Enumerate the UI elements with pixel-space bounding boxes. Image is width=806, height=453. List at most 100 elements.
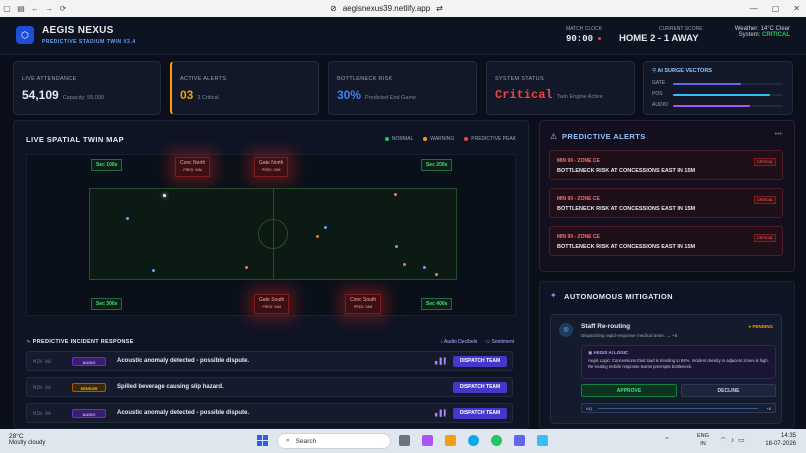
weather-temp: 28°C xyxy=(9,433,24,440)
predictive-alerts-panel: ⚠ PREDICTIVE ALERTS ••• MIN 90 - ZONE CE… xyxy=(539,120,795,272)
minimize-icon[interactable]: — xyxy=(750,4,758,13)
alert-message: BOTTLENECK RISK AT CONCESSIONS EAST IN 1… xyxy=(557,168,696,174)
crowd-dot xyxy=(423,266,426,269)
decline-button[interactable]: DECLINE xyxy=(681,384,776,397)
date: 18-07-2026 xyxy=(765,441,796,447)
crowd-dot xyxy=(403,263,406,266)
mitigation-desc: Dispatching rapid-response medical team.… xyxy=(581,333,678,338)
maximize-icon[interactable]: ▢ xyxy=(772,4,780,13)
incident-min: MIN 90 xyxy=(33,411,52,417)
crowd-dot xyxy=(394,193,397,196)
file-explorer-icon[interactable] xyxy=(445,435,456,446)
address-bar[interactable]: ⊘ aegisnexus39.netlify.app ⇄ xyxy=(330,2,443,15)
zone-gate-south[interactable]: Gate South PRED: 34M xyxy=(254,294,290,314)
zone-sec-100s[interactable]: Sec 100s xyxy=(91,159,123,171)
dispatch-team-button[interactable]: DISPATCH TEAM xyxy=(453,356,507,367)
weather-widget[interactable]: 28°C Mostly cloudy xyxy=(9,433,45,446)
search-box[interactable]: ⌕ Search xyxy=(277,433,391,449)
url-text: aegisnexus39.netlify.app xyxy=(342,4,431,13)
location-icon: ◎ xyxy=(559,323,573,337)
map-legend: NORMAL WARNING PREDICTIVE PEAK xyxy=(384,136,516,142)
alert-zone: MIN 90 - ZONE CE xyxy=(557,234,600,240)
incident-response-title: ∿ PREDICTIVE INCIDENT RESPONSE xyxy=(26,339,134,345)
incident-min: MIN 90 xyxy=(33,359,52,365)
mitigation-title: AUTONOMOUS MITIGATION xyxy=(564,292,673,301)
crowd-dot xyxy=(435,273,438,276)
alert-message: BOTTLENECK RISK AT CONCESSIONS EAST IN 1… xyxy=(557,244,696,250)
sentiment-link[interactable]: ▭ Sentiment xyxy=(485,339,514,345)
system-tray-icons[interactable]: ⌔♪▭ xyxy=(720,436,749,445)
task-view-icon[interactable] xyxy=(399,435,410,446)
clock[interactable]: 14:35 18-07-2026 xyxy=(765,432,796,448)
incident-row[interactable]: MIN 90 AUDIO Acoustic anomaly detected -… xyxy=(26,351,513,371)
crowd-dot xyxy=(316,235,319,238)
zone-sec-400s[interactable]: Sec 400s xyxy=(421,298,453,310)
route-track: HQ +8 xyxy=(581,403,776,413)
crowd-dot xyxy=(395,245,398,248)
back-icon[interactable]: ← xyxy=(28,0,42,17)
incident-text: Acoustic anomaly detected - possible dis… xyxy=(117,358,250,364)
status-label: SYSTEM STATUS xyxy=(495,76,544,82)
zone-conc-south[interactable]: Conc South PRED: 34M xyxy=(345,294,382,314)
track-end: +8 xyxy=(766,406,771,411)
incident-row[interactable]: MIN 90 SENSOR Spilled beverage causing s… xyxy=(26,377,513,397)
alert-zone: MIN 90 - ZONE CE xyxy=(557,158,600,164)
taskbar: 28°C Mostly cloudy ⌕ Search ⌃ ENG IN ⌔♪▭ … xyxy=(0,429,806,453)
weather-condition: Mostly cloudy xyxy=(9,440,46,446)
attendance-label: LIVE ATTENDANCE xyxy=(22,76,77,82)
system-prefix: System: xyxy=(738,32,761,38)
window-icon[interactable]: ▢ xyxy=(0,0,14,17)
copilot-icon[interactable] xyxy=(422,435,433,446)
crowd-dot xyxy=(324,226,327,229)
dispatch-team-button[interactable]: DISPATCH TEAM xyxy=(453,408,507,419)
settings-icon[interactable]: ⇄ xyxy=(436,4,443,13)
surge-vectors-card: ⚲ AI SURGE VECTORS GATE POS AUDIO xyxy=(643,61,793,115)
app-icon[interactable] xyxy=(514,435,525,446)
tabs-icon[interactable]: ▤ xyxy=(14,0,28,17)
more-icon[interactable]: ••• xyxy=(775,131,782,138)
warning-icon: ⚠ xyxy=(550,132,558,141)
score-label: CURRENT SCORE xyxy=(659,26,703,32)
system-state: CRITICAL xyxy=(762,32,790,38)
logo-icon: ⬡ xyxy=(16,26,34,44)
alert-zone: MIN 90 - ZONE CE xyxy=(557,196,600,202)
zone-sec-300s[interactable]: Sec 300s xyxy=(91,298,123,310)
tray-expand-icon[interactable]: ⌃ xyxy=(664,436,670,444)
incident-tag: AUDIO xyxy=(72,357,106,366)
alert-item[interactable]: MIN 90 - ZONE CE CRITICAL BOTTLENECK RIS… xyxy=(549,150,783,180)
stadium-map[interactable]: Sec 100s Sec 200s Sec 300s Sec 400s Conc… xyxy=(26,154,516,316)
active-alerts-card: ACTIVE ALERTS 03 3 Critical xyxy=(170,61,319,115)
legend-warning: WARNING xyxy=(423,136,454,142)
forward-icon[interactable]: → xyxy=(42,0,56,17)
search-icon: ⌕ xyxy=(286,437,290,444)
incident-row[interactable]: MIN 90 AUDIO Acoustic anomaly detected -… xyxy=(26,403,513,423)
approve-button[interactable]: APPROVE xyxy=(581,384,677,397)
weather-status: Weather: 14°C Clear System: CRITICAL xyxy=(735,26,790,38)
alert-item[interactable]: MIN 90 - ZONE CE CRITICAL BOTTLENECK RIS… xyxy=(549,226,783,256)
attendance-sub: Capacity: 55,000 xyxy=(62,95,104,101)
surge-audio-label: AUDIO xyxy=(652,102,668,108)
incident-links: ♪ Audio Decibels ▭ Sentiment xyxy=(440,339,514,345)
alert-item[interactable]: MIN 90 - ZONE CE CRITICAL BOTTLENECK RIS… xyxy=(549,188,783,218)
reload-icon[interactable]: ⟳ xyxy=(56,0,70,17)
mitigation-card: ◎ Staff Re-routing Dispatching rapid-res… xyxy=(550,314,782,424)
surge-gate-label: GATE xyxy=(652,80,666,86)
dispatch-team-button[interactable]: DISPATCH TEAM xyxy=(453,382,507,393)
app-icon[interactable] xyxy=(537,435,548,446)
alerts-title: PREDICTIVE ALERTS xyxy=(562,132,646,141)
close-icon[interactable]: ✕ xyxy=(793,4,800,13)
audio-decibels-link[interactable]: ♪ Audio Decibels xyxy=(440,339,477,345)
live-indicator xyxy=(598,37,601,40)
edge-icon[interactable] xyxy=(468,435,479,446)
start-icon[interactable] xyxy=(257,435,268,446)
zone-conc-north[interactable]: Conc North PRED: 34M xyxy=(175,157,211,177)
zone-sec-200s[interactable]: Sec 200s xyxy=(421,159,453,171)
score: HOME 2 - 1 AWAY xyxy=(619,33,699,44)
zone-gate-north[interactable]: Gate North PRED: 34M xyxy=(254,157,289,177)
pulse-icon: ∿ xyxy=(26,339,33,345)
app-subtitle: PREDICTIVE STADIUM TWIN V2.4 xyxy=(42,39,136,45)
chrome-icon[interactable] xyxy=(491,435,502,446)
surge-pos-bar xyxy=(673,94,770,96)
audio-bars-icon: ▖▌▍ xyxy=(435,411,449,417)
language-indicator[interactable]: ENG IN xyxy=(697,432,709,448)
